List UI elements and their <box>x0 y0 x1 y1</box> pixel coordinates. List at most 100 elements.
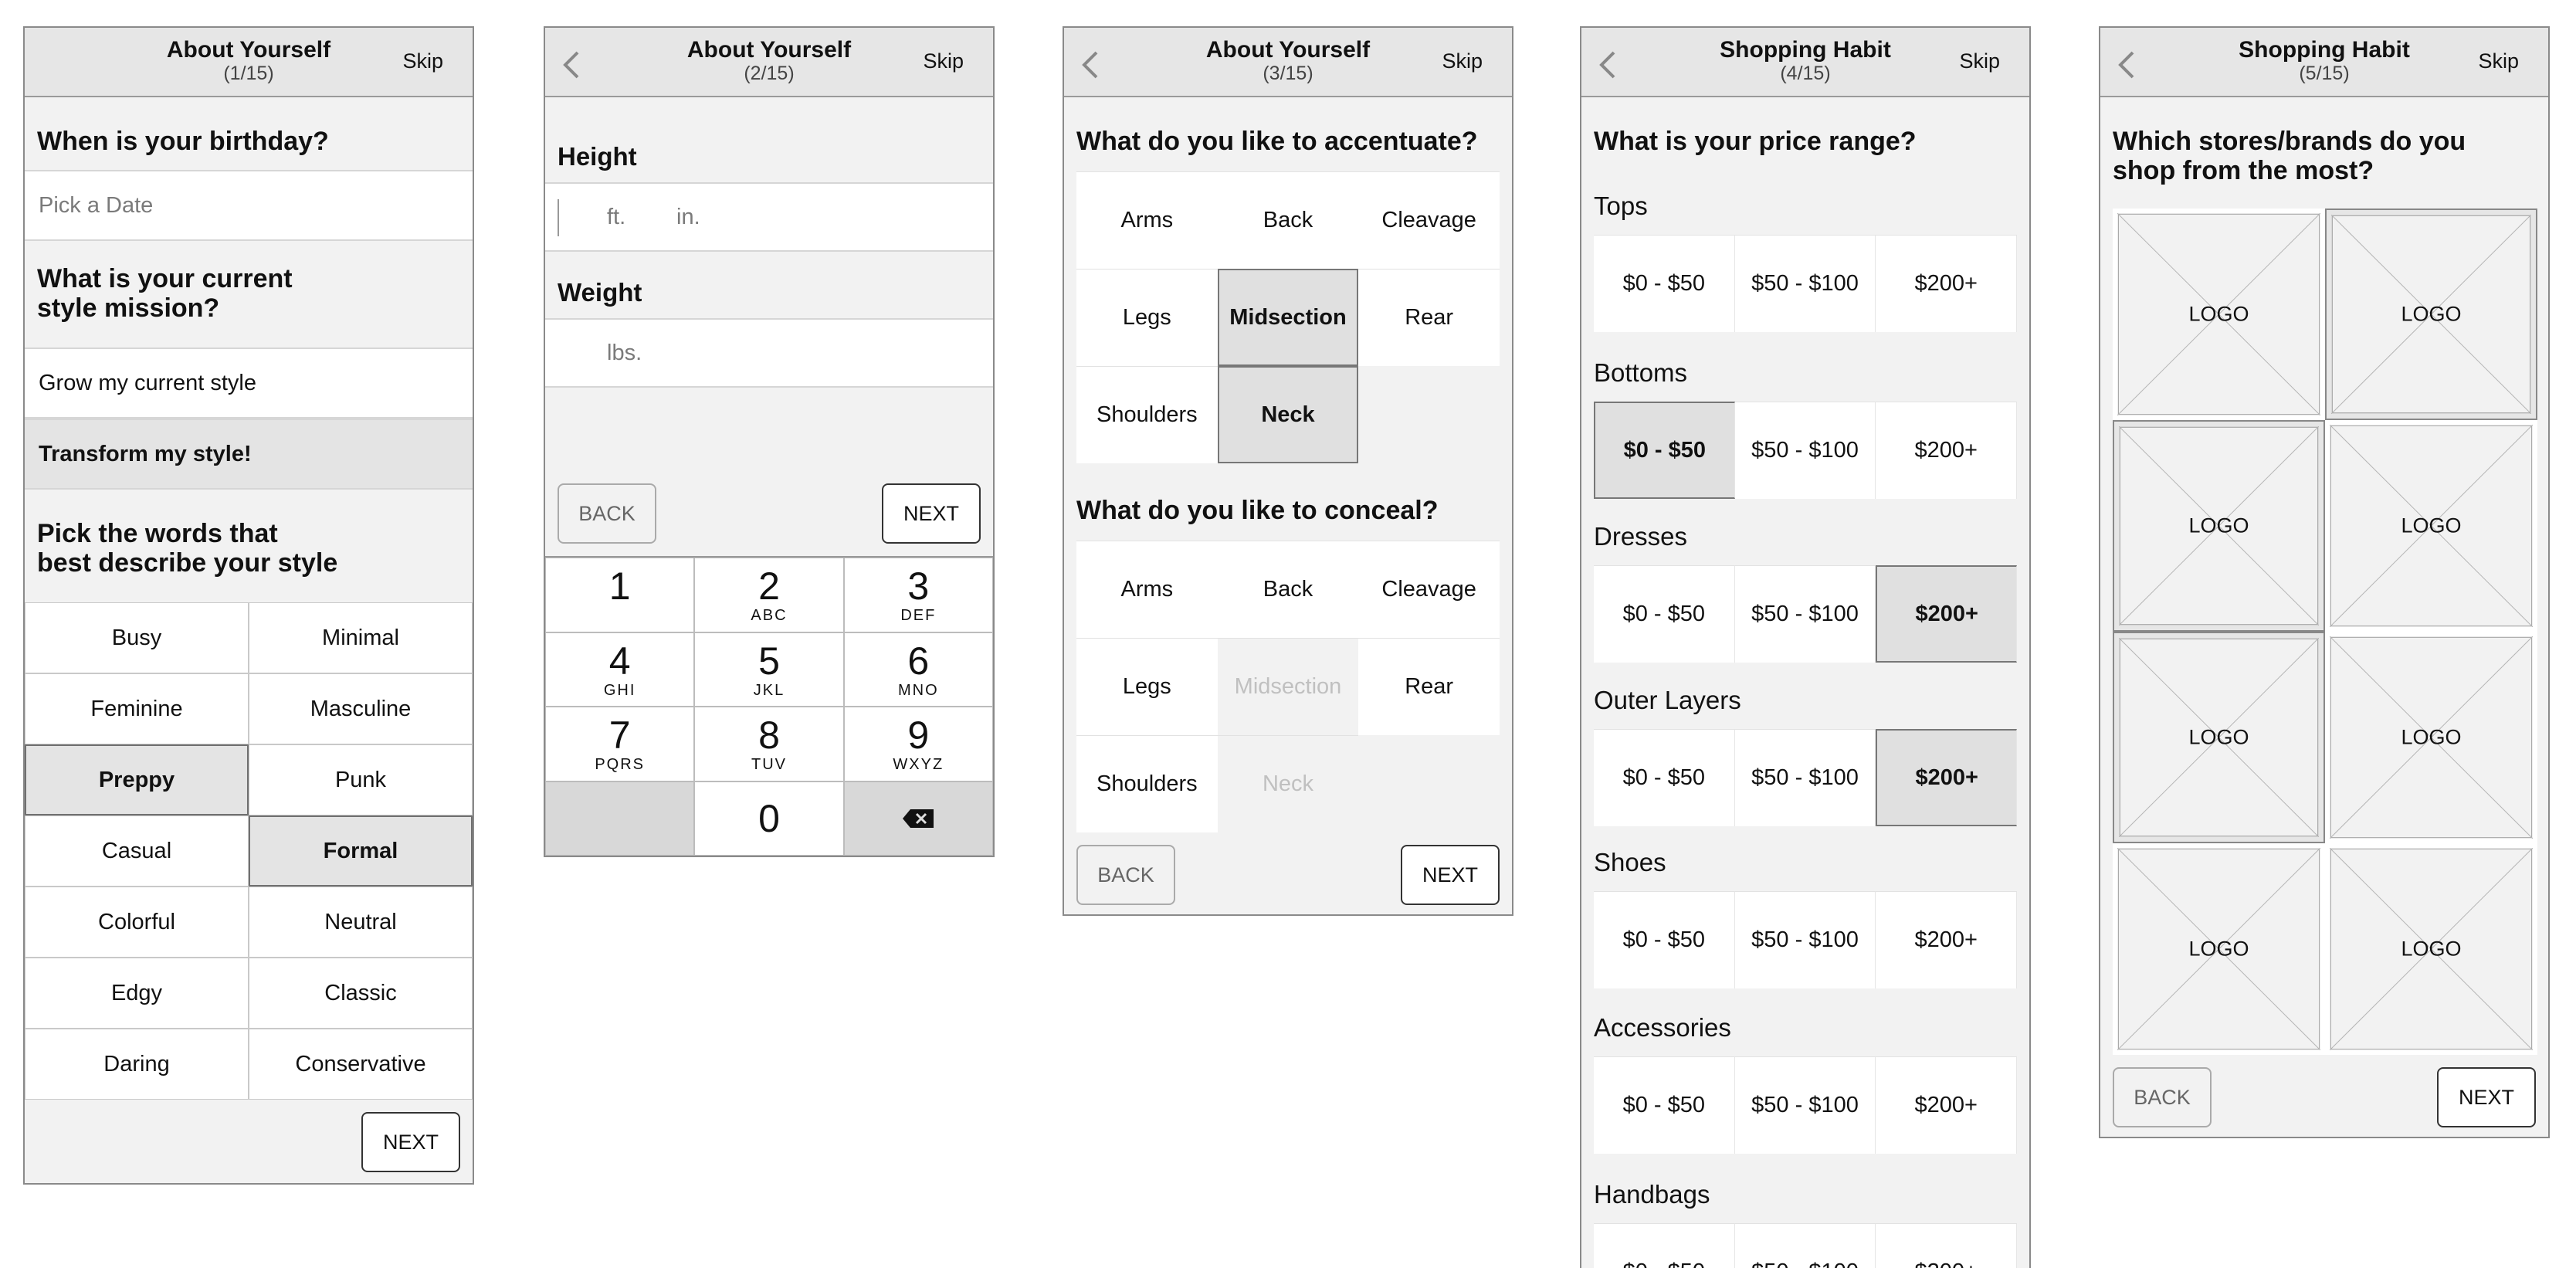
empty-cell <box>1358 735 1500 832</box>
backspace-key[interactable] <box>843 781 993 856</box>
skip-button[interactable]: Skip <box>402 48 443 74</box>
brand-logo-tile[interactable]: LOGO <box>2113 632 2325 843</box>
price-option[interactable]: $200+ <box>1876 891 2017 988</box>
style-word-minimal[interactable]: Minimal <box>249 602 473 673</box>
style-word-neutral[interactable]: Neutral <box>249 887 473 958</box>
conceal-option-arms[interactable]: Arms <box>1076 541 1218 638</box>
conceal-option-back[interactable]: Back <box>1217 541 1359 638</box>
price-option[interactable]: $50 - $100 <box>1734 891 1876 988</box>
brand-logo-tile[interactable]: LOGO <box>2330 425 2533 627</box>
back-button[interactable]: BACK <box>2113 1067 2212 1127</box>
price-option[interactable]: $0 - $50 <box>1594 891 1735 988</box>
question-stores-line1: Which stores/brands do you <box>2113 127 2466 156</box>
price-option[interactable]: $200+ <box>1876 235 2017 332</box>
key-letters: JKL <box>753 681 785 699</box>
brand-logo-tile[interactable]: LOGO <box>2113 420 2325 632</box>
price-option[interactable]: $50 - $100 <box>1734 402 1876 499</box>
price-option[interactable]: $0 - $50 <box>1594 1056 1735 1154</box>
price-option[interactable]: $50 - $100 <box>1734 729 1876 826</box>
next-button[interactable]: NEXT <box>882 483 981 544</box>
keypad-key-7[interactable]: 7 PQRS <box>545 707 695 781</box>
style-word-feminine[interactable]: Feminine <box>25 673 249 744</box>
style-word-preppy[interactable]: Preppy <box>25 744 249 815</box>
price-option[interactable]: $50 - $100 <box>1734 1056 1876 1154</box>
price-option[interactable]: $200+ <box>1876 1056 2017 1154</box>
keypad-key-5[interactable]: 5 JKL <box>694 632 844 707</box>
style-word-classic[interactable]: Classic <box>249 958 473 1029</box>
skip-button[interactable]: Skip <box>1442 48 1483 74</box>
price-option[interactable]: $200+ <box>1876 565 2017 663</box>
screen-about-yourself-1: About Yourself (1/15) Skip When is your … <box>23 26 474 1185</box>
question-accentuate: What do you like to accentuate? <box>1076 127 1478 156</box>
style-word-punk[interactable]: Punk <box>249 744 473 815</box>
price-option[interactable]: $50 - $100 <box>1734 565 1876 663</box>
height-input[interactable]: ft. in. <box>545 182 993 252</box>
style-word-busy[interactable]: Busy <box>25 602 249 673</box>
price-option[interactable]: $50 - $100 <box>1734 1223 1876 1268</box>
key-digit: 7 <box>608 714 631 758</box>
mission-option-transform[interactable]: Transform my style! <box>25 419 473 490</box>
conceal-option-neck[interactable]: Neck <box>1217 735 1359 832</box>
style-word-conservative[interactable]: Conservative <box>249 1029 473 1100</box>
conceal-option-legs[interactable]: Legs <box>1076 638 1218 735</box>
brand-logo-tile[interactable]: LOGO <box>2330 848 2533 1050</box>
key-digit: 0 <box>758 796 780 840</box>
conceal-option-midsection[interactable]: Midsection <box>1217 638 1359 735</box>
next-button[interactable]: NEXT <box>1401 845 1500 905</box>
brand-logo-tile[interactable]: LOGO <box>2325 209 2537 420</box>
weight-input[interactable]: lbs. <box>545 318 993 388</box>
price-option[interactable]: $0 - $50 <box>1594 235 1735 332</box>
style-word-daring[interactable]: Daring <box>25 1029 249 1100</box>
price-option[interactable]: $0 - $50 <box>1594 729 1735 826</box>
skip-button[interactable]: Skip <box>2478 48 2519 74</box>
skip-button[interactable]: Skip <box>1959 48 2000 74</box>
price-option[interactable]: $200+ <box>1876 402 2017 499</box>
key-letters: DEF <box>900 607 937 625</box>
accentuate-option-neck[interactable]: Neck <box>1217 366 1359 463</box>
price-option[interactable]: $200+ <box>1876 1223 2017 1268</box>
accentuate-option-cleavage[interactable]: Cleavage <box>1358 171 1500 269</box>
keypad-key-0[interactable]: 0 <box>694 781 844 856</box>
style-word-masculine[interactable]: Masculine <box>249 673 473 744</box>
question-price-range: What is your price range? <box>1594 127 1917 156</box>
price-option[interactable]: $0 - $50 <box>1594 402 1735 499</box>
category-label-handbags: Handbags <box>1594 1180 1710 1209</box>
date-picker-field[interactable]: Pick a Date <box>25 170 473 241</box>
accentuate-option-back[interactable]: Back <box>1217 171 1359 269</box>
price-option[interactable]: $50 - $100 <box>1734 235 1876 332</box>
skip-button[interactable]: Skip <box>923 48 964 74</box>
conceal-option-rear[interactable]: Rear <box>1358 638 1500 735</box>
price-option[interactable]: $0 - $50 <box>1594 565 1735 663</box>
keypad-key-1[interactable]: 1 <box>545 558 695 632</box>
mission-option-label: Transform my style! <box>39 441 252 466</box>
price-option[interactable]: $200+ <box>1876 729 2017 826</box>
keypad-key-8[interactable]: 8 TUV <box>694 707 844 781</box>
keypad-key-6[interactable]: 6 MNO <box>843 632 993 707</box>
accentuate-option-rear[interactable]: Rear <box>1358 269 1500 366</box>
keypad-key-2[interactable]: 2 ABC <box>694 558 844 632</box>
back-button[interactable]: BACK <box>1076 845 1175 905</box>
style-word-colorful[interactable]: Colorful <box>25 887 249 958</box>
price-option[interactable]: $0 - $50 <box>1594 1223 1735 1268</box>
mission-option-grow[interactable]: Grow my current style <box>25 348 473 419</box>
brand-logo-tile[interactable]: LOGO <box>2117 213 2320 415</box>
keypad-key-4[interactable]: 4 GHI <box>545 632 695 707</box>
brand-logo-tile[interactable]: LOGO <box>2330 636 2533 839</box>
next-button[interactable]: NEXT <box>361 1112 460 1172</box>
date-placeholder: Pick a Date <box>39 192 154 218</box>
back-button[interactable]: BACK <box>558 483 656 544</box>
accentuate-option-legs[interactable]: Legs <box>1076 269 1218 366</box>
style-word-casual[interactable]: Casual <box>25 815 249 887</box>
style-word-edgy[interactable]: Edgy <box>25 958 249 1029</box>
category-label-accessories: Accessories <box>1594 1013 1731 1042</box>
next-button[interactable]: NEXT <box>2437 1067 2536 1127</box>
accentuate-option-shoulders[interactable]: Shoulders <box>1076 366 1218 463</box>
accentuate-option-arms[interactable]: Arms <box>1076 171 1218 269</box>
conceal-option-cleavage[interactable]: Cleavage <box>1358 541 1500 638</box>
keypad-key-9[interactable]: 9 WXYZ <box>843 707 993 781</box>
style-word-formal[interactable]: Formal <box>249 815 473 887</box>
keypad-key-3[interactable]: 3 DEF <box>843 558 993 632</box>
conceal-option-shoulders[interactable]: Shoulders <box>1076 735 1218 832</box>
brand-logo-tile[interactable]: LOGO <box>2117 848 2320 1050</box>
accentuate-option-midsection[interactable]: Midsection <box>1217 269 1359 366</box>
